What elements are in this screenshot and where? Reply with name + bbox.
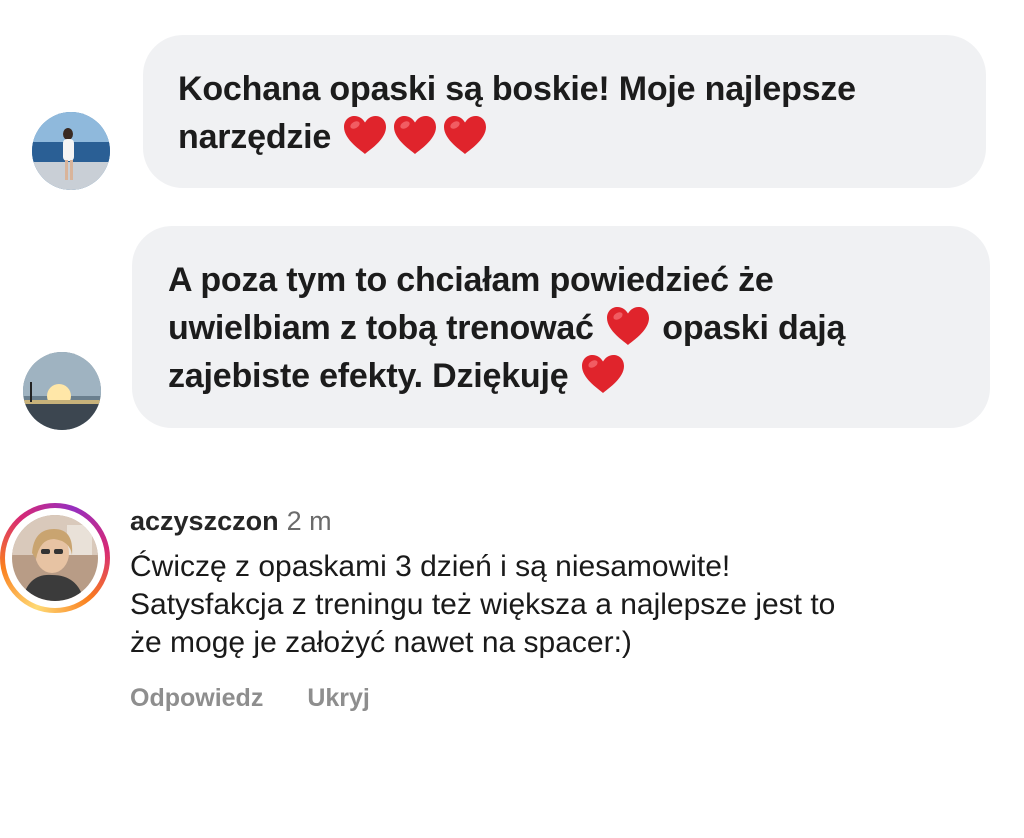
message-text: zajebiste efekty. Dziękuję [168, 357, 569, 395]
message-line: Kochana opaski są boskie! Moje najlepsze [178, 70, 856, 108]
heart-icon [605, 305, 651, 347]
comment-line: że mogę je założyć nawet na spacer:) [130, 626, 632, 659]
message-line: zajebiste efekty. Dziękuję [168, 352, 990, 400]
comment: aczyszczon 2 m Ćwiczę z opaskami 3 dzień … [130, 506, 1010, 662]
avatar-photo-sea-icon [32, 112, 110, 190]
heart-icon [580, 353, 626, 395]
comment-header: aczyszczon 2 m [130, 506, 1010, 536]
message-line: uwielbiam z tobą trenować opaski dają [168, 304, 990, 352]
message-text: narzędzie [178, 118, 332, 156]
comment-time: 2 m [286, 506, 332, 536]
commenter-avatar[interactable] [12, 515, 98, 601]
comment-username[interactable]: aczyszczon [130, 506, 279, 536]
heart-icon [442, 114, 488, 156]
story-ring[interactable] [0, 503, 110, 613]
sender-avatar[interactable] [32, 112, 110, 190]
heart-icon [392, 114, 438, 156]
comment-line: Ćwiczę z opaskami 3 dzień i są niesamowi… [130, 550, 731, 583]
message-bubble: A poza tym to chciałam powiedzieć że uwi… [132, 226, 990, 428]
comment-text: Ćwiczę z opaskami 3 dzień i są niesamowi… [130, 548, 1010, 662]
heart-icon [342, 114, 388, 156]
message-bubble: Kochana opaski są boskie! Moje najlepsze… [143, 35, 986, 188]
sender-avatar[interactable] [23, 352, 101, 430]
avatar-photo-sunset-icon [23, 352, 101, 430]
message-text: opaski dają [662, 309, 846, 347]
message-line: A poza tym to chciałam powiedzieć że [168, 261, 774, 299]
avatar-photo-person-icon [12, 515, 98, 601]
comment-line: Satysfakcja z treningu też większa a naj… [130, 588, 836, 621]
hide-button[interactable]: Ukryj [307, 684, 370, 712]
message-line: narzędzie [178, 113, 986, 161]
message-text: uwielbiam z tobą trenować [168, 309, 594, 347]
story-ring-inner [5, 508, 105, 608]
comment-actions: Odpowiedz Ukryj [130, 684, 414, 713]
reply-button[interactable]: Odpowiedz [130, 684, 263, 712]
